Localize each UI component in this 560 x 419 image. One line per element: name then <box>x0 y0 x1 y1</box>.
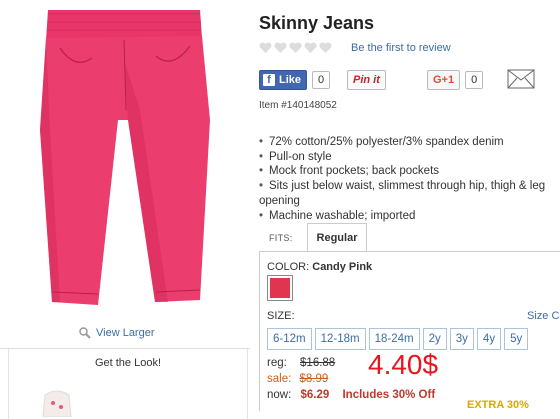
size-option[interactable]: 3y <box>449 328 474 350</box>
now-label: now: <box>267 389 292 401</box>
heart-icon <box>304 42 317 53</box>
color-label-text: COLOR: <box>267 261 310 273</box>
reg-label: reg: <box>267 357 287 369</box>
product-image[interactable] <box>0 0 250 330</box>
heart-icon <box>259 42 272 53</box>
pin-it-label: Pin it <box>353 74 380 86</box>
get-the-look-thumbnail[interactable] <box>39 387 75 417</box>
overlay-price: 4.40$ <box>368 349 439 380</box>
sale-value: $8.99 <box>299 373 329 385</box>
discount-note: Includes 30% Off <box>342 389 436 401</box>
feature-item: 72% cotton/25% polyester/3% spandex deni… <box>259 135 559 150</box>
color-value: Candy Pink <box>312 261 373 273</box>
extra-discount-banner: EXTRA 30% <box>467 399 529 411</box>
size-option[interactable]: 4y <box>476 328 502 350</box>
pin-it-button[interactable]: Pin it <box>347 70 386 90</box>
feature-item: Pull-on style <box>259 150 559 165</box>
fit-label: FITS: <box>269 233 293 243</box>
sale-price: sale: $8.99 <box>267 373 328 385</box>
view-larger-link[interactable]: View Larger <box>78 326 155 340</box>
size-option[interactable]: 18-24m <box>368 328 420 350</box>
size-option[interactable]: 5y <box>504 328 529 350</box>
feature-item: Mock front pockets; back pockets <box>259 164 559 179</box>
size-option[interactable]: 12-18m <box>314 328 366 350</box>
facebook-like-button[interactable]: f Like <box>259 70 308 90</box>
now-price: now: $6.29 Includes 30% Off <box>267 389 435 401</box>
view-larger-label: View Larger <box>96 327 155 339</box>
regular-price: reg: $16.88 <box>267 357 335 369</box>
google-plus: G+1 0 <box>427 70 484 90</box>
gplus-count: 0 <box>465 71 484 89</box>
divider <box>259 251 260 411</box>
swatch-fill <box>270 278 290 298</box>
magnifier-icon <box>79 327 91 339</box>
google-plus-button[interactable]: G+1 <box>427 70 461 90</box>
tab-regular[interactable]: Regular <box>307 223 367 252</box>
size-label: SIZE: <box>267 310 295 322</box>
heart-icon <box>274 42 287 53</box>
heart-icon <box>289 42 302 53</box>
heart-icon <box>319 42 332 53</box>
color-swatch-candy-pink[interactable] <box>267 275 293 301</box>
divider <box>259 251 560 252</box>
color-label: COLOR: Candy Pink <box>267 261 372 273</box>
feature-item: Machine washable; imported <box>259 209 559 224</box>
feature-item: Sits just below waist, slimmest through … <box>259 179 559 194</box>
facebook-like: f Like 0 <box>259 70 331 90</box>
size-options: 6-12m 12-18m 18-24m 2y 3y 4y 5y <box>267 328 529 350</box>
first-review-link[interactable]: Be the first to review <box>351 42 451 54</box>
fit-tabs: FITS: Regular <box>259 223 560 252</box>
product-title: Skinny Jeans <box>259 13 375 33</box>
like-label: Like <box>279 74 302 86</box>
size-chart-link[interactable]: Size Ch <box>527 310 560 322</box>
feature-list: 72% cotton/25% polyester/3% spandex deni… <box>259 135 559 223</box>
rating-hearts[interactable] <box>259 42 332 54</box>
now-value: $6.29 <box>300 389 330 401</box>
reg-value: $16.88 <box>300 357 336 369</box>
item-number: Item #140148052 <box>259 100 337 111</box>
email-icon[interactable] <box>507 69 535 89</box>
facebook-icon: f <box>263 74 275 86</box>
gplus-label: G+1 <box>433 74 455 86</box>
feature-item-continued: opening <box>259 194 300 207</box>
size-option[interactable]: 6-12m <box>267 328 312 350</box>
like-count: 0 <box>312 71 331 89</box>
size-option[interactable]: 2y <box>422 328 447 350</box>
sale-label: sale: <box>267 373 292 385</box>
get-the-look-heading: Get the Look! <box>94 357 162 369</box>
